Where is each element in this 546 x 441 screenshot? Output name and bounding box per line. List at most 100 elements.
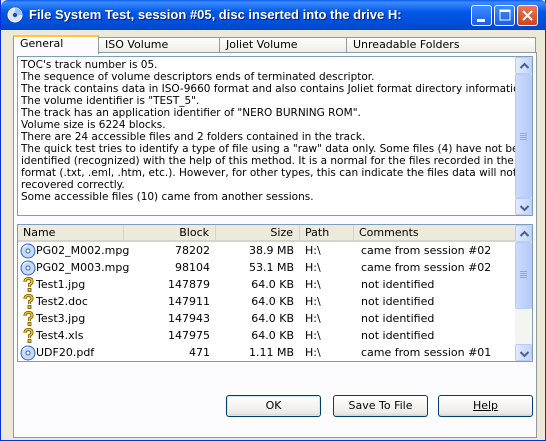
disc-file-icon bbox=[20, 260, 36, 276]
scroll-down-button[interactable] bbox=[515, 198, 532, 215]
table-row[interactable]: Test3.jpg 147943 64.0 KB H:\ not identif… bbox=[18, 310, 516, 327]
grip-line bbox=[520, 137, 527, 138]
scroll-thumb[interactable] bbox=[515, 74, 532, 198]
file-block: 147879 bbox=[168, 278, 210, 291]
file-name: PG02_M003.mpg bbox=[36, 261, 130, 274]
disc-file-icon bbox=[20, 243, 36, 259]
info-textbox[interactable]: TOC's track number is 05. The sequence o… bbox=[17, 56, 533, 216]
file-comment: came from session #02 bbox=[361, 261, 492, 274]
tab-panel: TOC's track number is 05. The sequence o… bbox=[13, 52, 537, 438]
scroll-thumb[interactable] bbox=[515, 242, 532, 309]
file-block: 471 bbox=[189, 346, 210, 359]
file-name: PG02_M002.mpg bbox=[36, 244, 130, 257]
info-line: The sequence of volume descriptors ends … bbox=[21, 71, 375, 83]
grip-line bbox=[520, 133, 527, 134]
tab-unreadable-folders[interactable]: Unreadable Folders bbox=[346, 37, 536, 53]
info-line: Volume size is 6224 blocks. bbox=[21, 119, 166, 131]
info-line: The volume identifier is "TEST_5". bbox=[21, 95, 200, 107]
file-block: 98104 bbox=[175, 261, 210, 274]
column-header-path[interactable]: Path bbox=[300, 225, 354, 240]
info-line: The quick test tries to identify a type … bbox=[21, 143, 532, 155]
ok-button[interactable]: OK bbox=[226, 395, 321, 417]
column-header-size[interactable]: Size bbox=[216, 225, 300, 240]
table-row[interactable]: PG02_M003.mpg 98104 53.1 MB H:\ came fro… bbox=[18, 259, 516, 276]
minimize-button[interactable] bbox=[471, 5, 492, 26]
chevron-down-icon bbox=[519, 205, 530, 212]
tab-joliet-volume[interactable]: Joliet Volume bbox=[219, 37, 347, 53]
file-comment: not identified bbox=[361, 329, 435, 342]
file-list-scrollbar[interactable] bbox=[515, 225, 532, 361]
file-block: 147975 bbox=[168, 329, 210, 342]
tab-label: Joliet Volume bbox=[226, 38, 298, 51]
chevron-down-icon bbox=[519, 351, 530, 358]
file-path: H:\ bbox=[305, 261, 321, 274]
file-name: Test4.xls bbox=[36, 329, 84, 342]
grip-line bbox=[520, 273, 527, 274]
file-comment: not identified bbox=[361, 312, 435, 325]
title-bar[interactable]: File System Test, session #05, disc inse… bbox=[1, 0, 546, 30]
table-row[interactable]: PG02_M002.mpg 78202 38.9 MB H:\ came fro… bbox=[18, 242, 516, 259]
grip-line bbox=[520, 275, 527, 276]
info-line: format (.txt, .eml, .htm, etc.). However… bbox=[21, 167, 533, 179]
file-name: UDF20.pdf bbox=[36, 346, 95, 359]
file-size: 38.9 MB bbox=[248, 244, 294, 257]
scroll-up-button[interactable] bbox=[515, 225, 532, 242]
info-line: There are 24 accessible files and 2 fold… bbox=[21, 131, 366, 143]
file-name: Test2.doc bbox=[36, 295, 88, 308]
grip-line bbox=[520, 277, 527, 278]
unknown-file-icon bbox=[23, 277, 34, 292]
file-path: H:\ bbox=[305, 346, 321, 359]
file-path: H:\ bbox=[305, 312, 321, 325]
maximize-icon bbox=[499, 9, 511, 21]
unknown-file-icon bbox=[23, 294, 34, 309]
table-row[interactable]: UDF20.pdf 471 1.11 MB H:\ came from sess… bbox=[18, 344, 516, 361]
unknown-file-icon bbox=[23, 328, 34, 343]
info-line: TOC's track number is 05. bbox=[21, 59, 158, 71]
column-header-name[interactable]: Name bbox=[18, 225, 124, 240]
file-path: H:\ bbox=[305, 295, 321, 308]
close-button[interactable] bbox=[517, 5, 538, 26]
dialog-window: File System Test, session #05, disc inse… bbox=[0, 0, 546, 441]
file-block: 78202 bbox=[175, 244, 210, 257]
file-size: 64.0 KB bbox=[251, 295, 294, 308]
tab-general[interactable]: General bbox=[13, 35, 99, 54]
file-block: 147943 bbox=[168, 312, 210, 325]
file-name: Test3.jpg bbox=[36, 312, 86, 325]
disc-file-icon bbox=[20, 345, 36, 361]
tab-label: ISO Volume bbox=[105, 38, 169, 51]
file-rows: PG02_M002.mpg 78202 38.9 MB H:\ came fro… bbox=[18, 242, 516, 361]
chevron-up-icon bbox=[519, 230, 530, 237]
file-comment: not identified bbox=[361, 278, 435, 291]
table-row[interactable]: Test2.doc 147911 64.0 KB H:\ not identif… bbox=[18, 293, 516, 310]
column-header-block[interactable]: Block bbox=[124, 225, 216, 240]
save-to-file-button[interactable]: Save To File bbox=[333, 395, 428, 417]
file-path: H:\ bbox=[305, 244, 321, 257]
tab-label: Unreadable Folders bbox=[353, 38, 460, 51]
info-scrollbar[interactable] bbox=[515, 57, 532, 215]
tab-iso-volume[interactable]: ISO Volume bbox=[98, 37, 220, 53]
scroll-down-button[interactable] bbox=[515, 344, 532, 361]
file-comment: came from session #02 bbox=[361, 244, 492, 257]
file-list[interactable]: Name Block Size Path Comments PG02_M002.… bbox=[17, 224, 533, 362]
maximize-button[interactable] bbox=[494, 5, 515, 26]
file-path: H:\ bbox=[305, 278, 321, 291]
file-list-header: Name Block Size Path Comments bbox=[18, 225, 516, 242]
file-comment: not identified bbox=[361, 295, 435, 308]
help-button[interactable]: Help bbox=[438, 395, 533, 417]
info-line: Some accessible files (10) came from ano… bbox=[21, 191, 314, 203]
file-size: 64.0 KB bbox=[251, 312, 294, 325]
info-line: The track contains data in ISO-9660 form… bbox=[21, 83, 530, 95]
minimize-icon bbox=[477, 19, 485, 22]
close-icon bbox=[522, 10, 533, 21]
file-size: 64.0 KB bbox=[251, 278, 294, 291]
file-size: 64.0 KB bbox=[251, 329, 294, 342]
table-row[interactable]: Test1.jpg 147879 64.0 KB H:\ not identif… bbox=[18, 276, 516, 293]
unknown-file-icon bbox=[23, 311, 34, 326]
chevron-up-icon bbox=[519, 62, 530, 69]
info-line: The track has an application identifier … bbox=[21, 107, 361, 119]
file-block: 147911 bbox=[168, 295, 210, 308]
column-header-comments[interactable]: Comments bbox=[354, 225, 516, 240]
table-row[interactable]: Test4.xls 147975 64.0 KB H:\ not identif… bbox=[18, 327, 516, 344]
info-text: TOC's track number is 05. The sequence o… bbox=[21, 59, 533, 203]
scroll-up-button[interactable] bbox=[515, 57, 532, 74]
